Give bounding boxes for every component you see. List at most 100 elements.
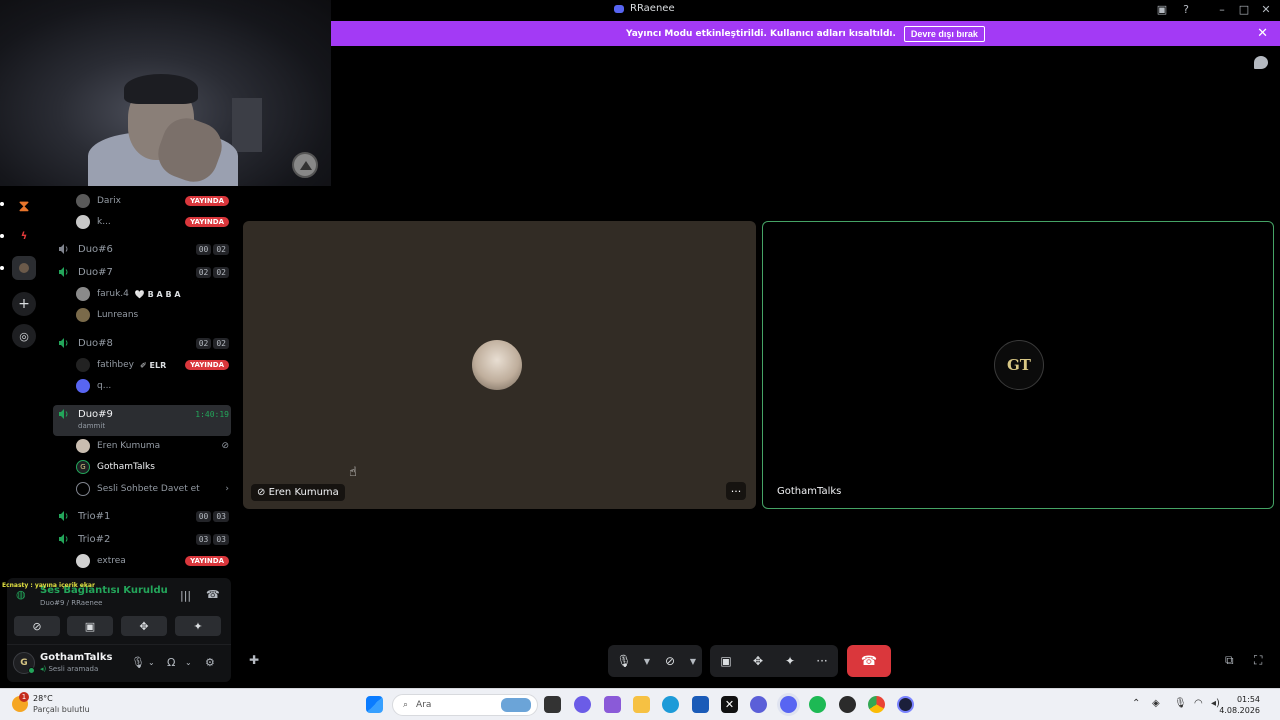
camera-off-icon: ⊘: [221, 441, 229, 451]
add-server-icon[interactable]: +: [12, 292, 36, 316]
chevron-down-icon[interactable]: ⌄: [148, 658, 155, 667]
speaker-icon: [58, 408, 70, 420]
video-tile-gotham[interactable]: GT GothamTalks: [762, 221, 1274, 509]
activities-button[interactable]: ✥: [121, 616, 167, 636]
fullscreen-icon[interactable]: ⛶: [1254, 653, 1262, 668]
avatar: [76, 308, 90, 322]
discord-taskbar-icon[interactable]: [780, 696, 797, 713]
more-options-button[interactable]: ···: [726, 482, 746, 500]
microphone-icon[interactable]: 🎙: [131, 656, 145, 669]
live-badge: YAYINDA: [185, 196, 229, 206]
avatar: [76, 194, 90, 208]
chrome-icon[interactable]: [868, 696, 885, 713]
maximize-button[interactable]: □: [1237, 3, 1251, 17]
wifi-icon[interactable]: ◠: [1194, 698, 1203, 709]
server-icon-1[interactable]: ⧗: [12, 194, 36, 218]
chevron-down-icon[interactable]: ▼: [640, 657, 654, 666]
voice-user-darix[interactable]: Darix YAYINDA: [76, 191, 229, 211]
close-window-button[interactable]: ✕: [1259, 3, 1273, 17]
voice-user-faruk[interactable]: faruk.4 🤍 B A B A: [76, 284, 229, 304]
activities-button[interactable]: ✥: [742, 645, 774, 677]
task-view-icon[interactable]: [544, 696, 561, 713]
webcam-overlay: [0, 0, 331, 186]
help-icon[interactable]: ?: [1179, 3, 1193, 17]
channel-status: dammit: [78, 422, 106, 430]
server-icon-2[interactable]: ϟ: [12, 224, 36, 248]
participant-avatar: GT: [994, 340, 1044, 390]
voice-user-extrea[interactable]: extrea YAYINDA: [76, 551, 229, 571]
windows-taskbar: 1 28°C Parçalı bulutlu ⌕ Ara ✕ ⌃ ◈ 🎙 ◠ ◂…: [0, 688, 1280, 720]
x-app-icon[interactable]: ✕: [721, 696, 738, 713]
tray-mic-icon[interactable]: 🎙: [1174, 698, 1187, 709]
current-username[interactable]: GothamTalks: [40, 652, 112, 663]
weather-description[interactable]: Parçalı bulutlu: [33, 705, 90, 714]
disconnect-icon[interactable]: ☎: [206, 588, 220, 601]
invite-icon: [76, 482, 90, 496]
voice-user-k[interactable]: k... YAYINDA: [76, 212, 229, 232]
minimize-button[interactable]: –: [1215, 3, 1229, 17]
voice-location[interactable]: Duo#9 / RRaenee: [40, 599, 102, 607]
invite-to-voice[interactable]: Sesli Sohbete Davet et ›: [76, 479, 229, 499]
soundboard-button[interactable]: ✦: [175, 616, 221, 636]
app-icon-store[interactable]: [604, 696, 621, 713]
channel-duo7[interactable]: Duo#7 02 02: [56, 262, 229, 282]
app-icon-generic[interactable]: [750, 696, 767, 713]
headphones-icon[interactable]: Ω: [167, 656, 175, 669]
app-icon-circle[interactable]: [897, 696, 914, 713]
camera-off-button[interactable]: ⊘: [654, 645, 686, 677]
search-highlight-image: [501, 698, 531, 712]
windows-start-icon[interactable]: [366, 696, 383, 713]
app-icon-mail[interactable]: [692, 696, 709, 713]
screen-share-button[interactable]: ▣: [710, 645, 742, 677]
voice-user-fatihbey[interactable]: fatihbey ✐ ELR YAYINDA: [76, 355, 229, 375]
avatar: [76, 554, 90, 568]
channel-trio2[interactable]: Trio#2 03 03: [56, 529, 229, 549]
chevron-down-icon[interactable]: ▼: [686, 657, 700, 666]
system-clock[interactable]: 01:54 4.08.2026: [1219, 694, 1260, 716]
app-icon-dark[interactable]: [839, 696, 856, 713]
voice-user-eren[interactable]: Eren Kumuma ⊘: [76, 436, 229, 456]
app-icon-copilot[interactable]: [574, 696, 591, 713]
spotify-icon[interactable]: [809, 696, 826, 713]
pop-out-icon[interactable]: ⧉: [1225, 653, 1234, 668]
video-tile-eren[interactable]: ⊘ Eren Kumuma ···: [243, 221, 756, 509]
file-explorer-icon[interactable]: [633, 696, 650, 713]
taskbar-search[interactable]: ⌕ Ara: [392, 694, 538, 716]
channel-duo6[interactable]: Duo#6 00 02: [56, 239, 229, 259]
edge-browser-icon[interactable]: [662, 696, 679, 713]
more-button[interactable]: ···: [806, 645, 838, 677]
avatar: [76, 358, 90, 372]
avatar: G: [76, 460, 90, 474]
banner-message: Yayıncı Modu etkinleştirildi. Kullanıcı …: [626, 28, 896, 39]
screen-share-button[interactable]: ▣: [67, 616, 113, 636]
channel-duo8[interactable]: Duo#8 02 02: [56, 333, 229, 353]
chat-bubble-icon[interactable]: [1254, 56, 1268, 69]
discord-logo-icon: [614, 4, 624, 13]
inbox-icon[interactable]: ▣: [1155, 3, 1169, 17]
voice-user-q[interactable]: q...: [76, 376, 229, 396]
leave-call-button[interactable]: ☎: [847, 645, 891, 677]
call-actions: ▣ ✥ ✦ ···: [710, 645, 838, 677]
ceiling-lamp-icon: [292, 152, 318, 178]
disable-streamer-mode-button[interactable]: Devre dışı bırak: [903, 25, 985, 42]
channel-duo9[interactable]: Duo#9 1:40:19: [56, 404, 229, 424]
settings-gear-icon[interactable]: ⚙: [205, 656, 215, 669]
voice-user-lunreans[interactable]: Lunreans: [76, 305, 229, 325]
tray-overflow-icon[interactable]: ⌃: [1132, 698, 1140, 709]
soundboard-button[interactable]: ✦: [774, 645, 806, 677]
close-banner-icon[interactable]: ✕: [1257, 26, 1268, 41]
tray-app-icon[interactable]: ◈: [1152, 698, 1160, 709]
voice-user-gotham[interactable]: G GothamTalks: [76, 457, 229, 477]
channel-trio1[interactable]: Trio#1 00 03: [56, 506, 229, 526]
server-folder-icon[interactable]: [12, 256, 36, 280]
add-people-icon[interactable]: ✚: [249, 653, 259, 667]
camera-off-icon: ⊘: [257, 487, 269, 498]
discover-icon[interactable]: ◎: [12, 324, 36, 348]
noise-suppression-icon[interactable]: |||: [180, 589, 191, 602]
stream-overlay-text: Ecnasty : yayına içerik ekar: [2, 582, 95, 589]
microphone-button[interactable]: 🎙: [608, 645, 640, 677]
camera-toggle-button[interactable]: ⊘: [14, 616, 60, 636]
live-badge: YAYINDA: [185, 556, 229, 566]
chevron-down-icon[interactable]: ⌄: [185, 658, 192, 667]
weather-temperature[interactable]: 28°C: [33, 694, 53, 703]
